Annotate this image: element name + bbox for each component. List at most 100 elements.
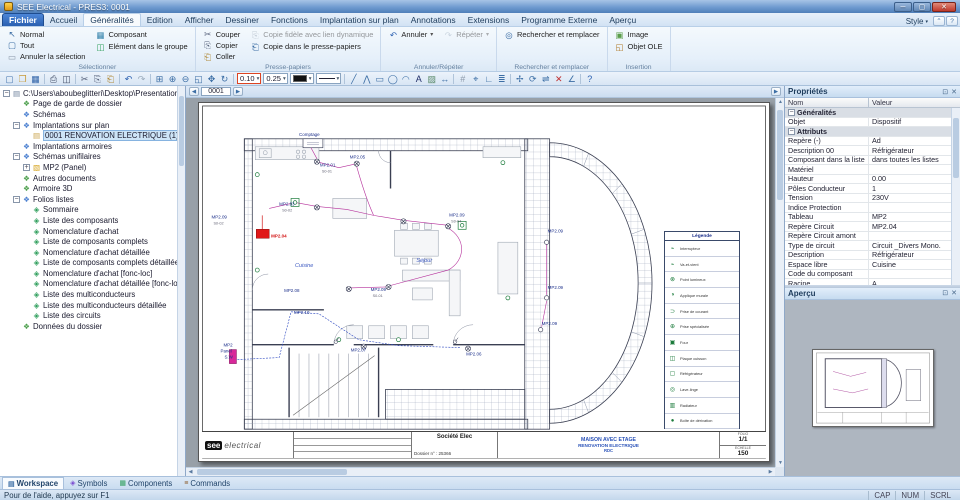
drawing-sheet[interactable]: ComptageMP2.01S0-01MP2.05MP2.03S0-02MP2.…	[198, 102, 770, 462]
tree-item-c-users-aboubeglitteri-desktop-p[interactable]: −▤C:\Users\aboubeglitteri\Desktop\Presen…	[0, 88, 185, 99]
arc-tool-icon[interactable]: ◠	[399, 73, 412, 85]
tab-fichier[interactable]: Fichier	[2, 13, 44, 26]
property-row-repere-circuit[interactable]: Repère CircuitMP2.04	[785, 222, 951, 232]
tree-item-liste-des-multiconducteurs-detai[interactable]: ◈Liste des multiconducteurs détaillée	[0, 300, 185, 311]
dock-tab-commands[interactable]: ≡Commands	[178, 477, 236, 489]
properties-scrollbar[interactable]	[951, 108, 960, 285]
zoom-window-icon[interactable]: ⊞	[153, 73, 166, 85]
tab-annotations[interactable]: Annotations	[405, 14, 462, 26]
tree-item-implantations-sur-plan[interactable]: −❖Implantations sur plan	[0, 120, 185, 131]
tab-dessiner[interactable]: Dessiner	[219, 14, 265, 26]
tree-item-nomenclature-d-achat[interactable]: ◈Nomenclature d'achat	[0, 226, 185, 237]
property-row-description-00[interactable]: Description 00Réfrigérateur	[785, 146, 951, 156]
dimension-tool-icon[interactable]: ↔	[438, 73, 451, 85]
polyline-tool-icon[interactable]: ⋀	[360, 73, 373, 85]
close-panel-icon[interactable]: ✕	[951, 88, 957, 96]
move-tool-icon[interactable]: ✢	[513, 73, 526, 85]
open-file-icon[interactable]: ❒	[16, 73, 29, 85]
expand-panel-button[interactable]: ▶	[771, 87, 781, 96]
line-tool-icon[interactable]: ╱	[347, 73, 360, 85]
canvas-vertical-scrollbar[interactable]: ▲ ▼	[775, 98, 784, 467]
zoom-out-icon[interactable]: ⊖	[179, 73, 192, 85]
property-row-repere[interactable]: Repère (-)Ad	[785, 137, 951, 147]
redo-icon[interactable]: ↷	[135, 73, 148, 85]
tab-programme-externe[interactable]: Programme Externe	[515, 14, 603, 26]
tab-implantation-sur-plan[interactable]: Implantation sur plan	[314, 14, 405, 26]
tree-item-sommaire[interactable]: ◈Sommaire	[0, 205, 185, 216]
pan-icon[interactable]: ✥	[205, 73, 218, 85]
property-row-composant-dans-la-liste[interactable]: Composant dans la listedans toutes les l…	[785, 156, 951, 166]
close-button[interactable]: ✕	[932, 2, 956, 12]
tree-item-donnees-du-dossier[interactable]: ❖Données du dossier	[0, 321, 185, 332]
zoom-in-icon[interactable]: ⊕	[166, 73, 179, 85]
image-button[interactable]: ▣Image	[613, 29, 665, 40]
property-row-hauteur[interactable]: Hauteur0.00	[785, 175, 951, 185]
collapse-icon[interactable]: −	[13, 153, 20, 160]
page-number-field[interactable]: 0001	[201, 87, 231, 96]
collapse-icon[interactable]: −	[788, 128, 795, 135]
line-style-picker[interactable]: ▾	[316, 73, 342, 84]
circle-tool-icon[interactable]: ◯	[386, 73, 399, 85]
rectangle-tool-icon[interactable]: ▭	[373, 73, 386, 85]
snap-toggle-icon[interactable]: ⌖	[469, 73, 482, 85]
property-row-tableau[interactable]: TableauMP2	[785, 213, 951, 223]
mirror-tool-icon[interactable]: ⇌	[539, 73, 552, 85]
new-file-icon[interactable]: ▢	[3, 73, 16, 85]
rotate-tool-icon[interactable]: ⟳	[526, 73, 539, 85]
tree-item-liste-des-multiconducteurs[interactable]: ◈Liste des multiconducteurs	[0, 289, 185, 300]
tree-item-liste-des-circuits[interactable]: ◈Liste des circuits	[0, 310, 185, 321]
tab-generalites[interactable]: Généralités	[83, 13, 140, 26]
tree-item-liste-de-composants-complets[interactable]: ◈Liste de composants complets	[0, 236, 185, 247]
minimize-ribbon-icon[interactable]: ⌃	[933, 16, 945, 26]
delete-icon[interactable]: ✕	[552, 73, 565, 85]
workspace-scrollbar[interactable]	[177, 86, 185, 476]
couper-button[interactable]: ✂Couper	[201, 29, 243, 39]
tree-item-schemas[interactable]: ❖Schémas	[0, 109, 185, 120]
help-icon[interactable]: ?	[946, 16, 958, 26]
tree-item-liste-de-composants-complets-det[interactable]: ◈Liste de composants complets détaillée	[0, 258, 185, 269]
property-row-description[interactable]: DescriptionRéfrigérateur	[785, 251, 951, 261]
dock-tab-components[interactable]: ▦Components	[113, 477, 178, 489]
property-row-code-du-composant[interactable]: Code du composant	[785, 270, 951, 280]
objet-ole-button[interactable]: ◱Objet OLE	[613, 41, 665, 52]
property-row-tension[interactable]: Tension230V	[785, 194, 951, 204]
print-icon[interactable]: ⎙	[47, 73, 60, 85]
tab-afficher[interactable]: Afficher	[179, 14, 220, 26]
text-tool-icon[interactable]: A	[412, 73, 425, 85]
tree-item-implantations-armoires[interactable]: ❖Implantations armoires	[0, 141, 185, 152]
coller-button[interactable]: ⎗Coller	[201, 52, 243, 62]
property-row-poles-conducteur[interactable]: Pôles Conducteur1	[785, 184, 951, 194]
measure-icon[interactable]: ∠	[565, 73, 578, 85]
annuler-la-selection-button[interactable]: ▭Annuler la sélection	[5, 52, 87, 62]
tree-item-folios-listes[interactable]: −❖Folios listes	[0, 194, 185, 205]
save-icon[interactable]: ▦	[29, 73, 42, 85]
redraw-icon[interactable]: ↻	[218, 73, 231, 85]
tree-item-nomenclature-d-achat-fonc-loc[interactable]: ◈Nomenclature d'achat [fonc-loc]	[0, 268, 185, 279]
rechercher-et-remplacer-button[interactable]: ◎Rechercher et remplacer	[502, 29, 602, 40]
repeter-button[interactable]: ↷Répéter▾	[441, 29, 491, 40]
canvas-horizontal-scrollbar[interactable]: ◀ ▶	[186, 467, 775, 476]
tree-item-liste-des-composants[interactable]: ◈Liste des composants	[0, 215, 185, 226]
tab-extensions[interactable]: Extensions	[462, 14, 516, 26]
dock-tab-workspace[interactable]: ▤Workspace	[2, 477, 64, 489]
print-preview-icon[interactable]: ◫	[60, 73, 73, 85]
collapse-icon[interactable]: −	[13, 196, 20, 203]
copie-fidele-avec-lien-dynamique-button[interactable]: ⎘Copie fidèle avec lien dynamique	[248, 29, 375, 40]
style-dropdown[interactable]: Style ▾	[902, 17, 932, 26]
property-row-generalites[interactable]: −Généralités	[785, 108, 951, 118]
normal-button[interactable]: ↖Normal	[5, 29, 87, 39]
property-row-materiel[interactable]: Matériel	[785, 165, 951, 175]
grid-toggle-icon[interactable]: #	[456, 73, 469, 85]
tree-item-page-de-garde-de-dossier[interactable]: ❖Page de garde de dossier	[0, 99, 185, 110]
property-row-racine[interactable]: RacineA	[785, 279, 951, 285]
tree-item-armoire-3d[interactable]: ❖Armoire 3D	[0, 183, 185, 194]
minimize-button[interactable]: ─	[894, 2, 912, 12]
tab-apercu[interactable]: Aperçu	[603, 14, 642, 26]
copy-icon[interactable]: ⎘	[91, 73, 104, 85]
tree-item-nomenclature-d-achat-detaillee-f[interactable]: ◈Nomenclature d'achat détaillée [fonc-lo…	[0, 279, 185, 290]
copie-dans-le-presse-papiers-button[interactable]: ⎗Copie dans le presse-papiers	[248, 41, 375, 52]
tab-edition[interactable]: Edition	[141, 14, 179, 26]
tree-item-0001-renovation-electrique-1[interactable]: ▤0001 RENOVATION ELECTRIQUE (1)	[0, 130, 185, 141]
pin-icon[interactable]: ⊡	[942, 88, 948, 96]
maximize-button[interactable]: ▢	[913, 2, 931, 12]
